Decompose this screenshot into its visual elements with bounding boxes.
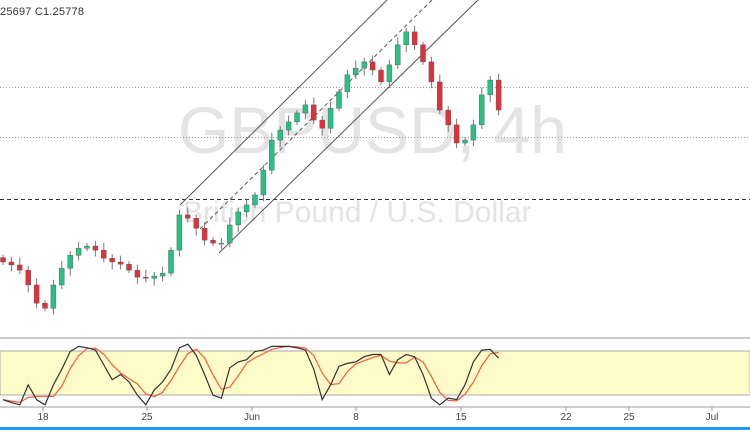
candle-up: [227, 224, 233, 244]
candle-down: [445, 109, 451, 126]
candle-up: [59, 268, 65, 286]
candle-down: [126, 264, 132, 271]
candle-up: [218, 242, 225, 245]
candle-up: [151, 275, 157, 279]
ohlc-readout: 25697 C1.25778: [0, 6, 85, 18]
candle-down: [101, 249, 107, 259]
candle-down: [193, 218, 199, 229]
candle-up: [235, 211, 241, 226]
candle-down: [437, 81, 443, 111]
candle-down: [495, 79, 502, 111]
candle-up: [344, 74, 351, 93]
candle-up: [252, 194, 258, 206]
candle-down: [42, 302, 48, 309]
candle-down: [185, 214, 191, 219]
candle-up: [159, 272, 166, 277]
x-tick-label: 25: [141, 412, 153, 423]
candle-down: [92, 245, 99, 251]
channel-upper-line[interactable]: [179, 0, 388, 206]
candle-up: [470, 124, 477, 141]
x-tick-label: 15: [455, 412, 467, 423]
candle-down: [33, 284, 40, 304]
candle-down: [17, 264, 23, 271]
candle-down: [210, 239, 216, 244]
x-tick-label: Jun: [243, 412, 261, 423]
price-chart[interactable]: [0, 0, 750, 430]
candle-up: [50, 284, 57, 309]
candle-down: [369, 61, 376, 71]
candle-down: [0, 257, 6, 263]
candle-up: [67, 255, 73, 269]
candle-up: [487, 79, 493, 96]
candle-up: [302, 104, 309, 114]
candle-up: [462, 139, 468, 144]
candle-up: [269, 139, 275, 171]
candle-down: [420, 44, 426, 63]
candle-down: [378, 69, 384, 83]
candle-up: [327, 108, 334, 129]
x-tick-label: 22: [560, 412, 572, 423]
x-tick-label: 25: [623, 412, 635, 423]
candle-up: [285, 121, 292, 131]
candle-down: [453, 124, 460, 144]
candle-up: [361, 61, 367, 69]
candle-down: [411, 31, 418, 46]
x-tick-label: 18: [37, 412, 49, 423]
candle-down: [319, 119, 325, 129]
candle-up: [260, 169, 267, 196]
candle-up: [75, 248, 82, 256]
candle-up: [277, 129, 283, 141]
candle-up: [84, 245, 90, 249]
x-tick-label: 8: [353, 412, 359, 423]
candle-up: [403, 31, 409, 46]
x-tick-label: Jul: [705, 412, 719, 423]
candle-down: [311, 104, 317, 121]
candle-up: [479, 94, 485, 126]
candle-down: [109, 258, 115, 263]
candle-up: [336, 91, 342, 109]
candle-up: [395, 44, 401, 66]
candle-down: [201, 228, 208, 241]
candle-down: [117, 261, 124, 265]
candle-down: [143, 276, 149, 279]
candle-up: [243, 204, 250, 213]
candle-down: [8, 261, 15, 266]
candle-down: [25, 269, 31, 286]
candle-down: [134, 269, 141, 278]
candle-down: [428, 61, 435, 83]
candle-up: [168, 249, 174, 274]
candle-up: [294, 112, 300, 123]
candle-up: [353, 67, 359, 76]
candle-up: [176, 214, 183, 251]
candle-up: [386, 64, 393, 83]
